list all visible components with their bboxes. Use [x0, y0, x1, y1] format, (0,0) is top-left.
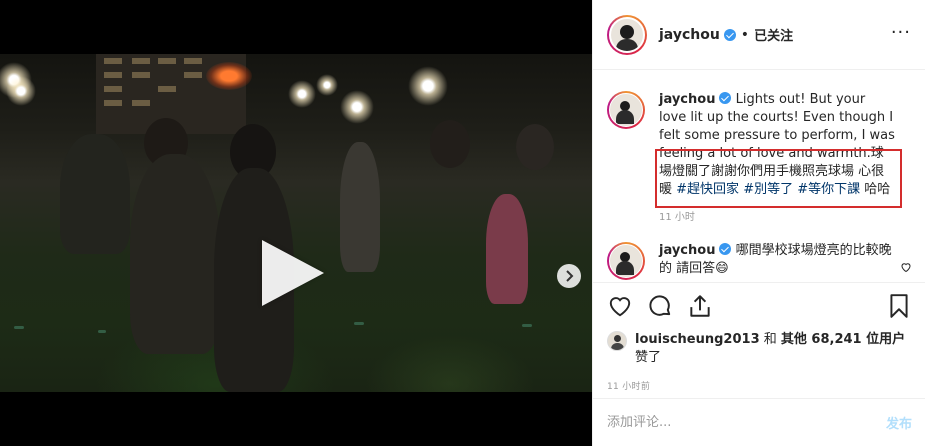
caption-body: Lights out! But your love lit up the cou… — [659, 92, 895, 197]
comment-username[interactable]: jaychou — [659, 243, 715, 258]
phone-light — [316, 74, 338, 96]
comment-input[interactable] — [607, 415, 886, 430]
comment-text: jaychou 哪間學校球場燈亮的比較晚的 請回答😄 — [659, 242, 895, 280]
add-comment-bar: 发布 — [593, 398, 925, 446]
comments-section: jaychou Lights out! But your love lit up… — [593, 71, 925, 281]
verified-badge-icon — [719, 92, 732, 104]
hashtag-link[interactable]: #別等了 — [743, 182, 793, 197]
following-button[interactable]: 已关注 — [754, 25, 793, 44]
comment-item: jaychou 哪間學校球場燈亮的比較晚的 請回答😄 — [607, 242, 912, 280]
video-frame[interactable] — [0, 54, 592, 392]
crowd-person — [60, 134, 130, 254]
comment-icon[interactable] — [647, 293, 673, 319]
post-comment-button[interactable]: 发布 — [886, 413, 912, 432]
separator-dot: • — [740, 26, 750, 43]
author-avatar[interactable] — [607, 14, 647, 55]
action-icons — [607, 291, 912, 321]
post-panel: jaychou • 已关注 ··· jaychou Lights out! Bu… — [592, 0, 925, 446]
chevron-right-icon[interactable] — [557, 264, 581, 288]
phone-light — [288, 80, 316, 108]
crowd-head — [516, 124, 554, 170]
post-actions: louischeung2013 和 其他 68,241 位用户 赞了 11 小时… — [593, 282, 925, 402]
post-timestamp[interactable]: 11 小时前 — [607, 379, 912, 392]
orange-light — [206, 62, 252, 90]
caption-comment: jaychou Lights out! But your love lit up… — [607, 91, 912, 223]
crowd-person — [486, 194, 528, 304]
likes-conjunction: 和 — [759, 332, 781, 347]
liker-avatar[interactable] — [607, 331, 627, 351]
phone-light — [408, 66, 448, 106]
bookmark-icon[interactable] — [886, 293, 912, 319]
crowd-person — [340, 142, 380, 272]
verified-badge-icon — [719, 243, 732, 255]
crowd-head — [430, 120, 470, 168]
phone-light — [340, 90, 374, 124]
floor-light — [354, 322, 364, 325]
floor-light — [14, 326, 24, 329]
verified-badge-icon — [723, 28, 736, 41]
heart-icon[interactable] — [607, 293, 633, 319]
author-username[interactable]: jaychou — [659, 27, 720, 43]
share-icon[interactable] — [687, 293, 713, 319]
phone-light — [6, 76, 36, 106]
media-viewer — [0, 0, 592, 446]
hashtag-link[interactable]: #等你下課 — [797, 182, 860, 197]
liker-username[interactable]: louischeung2013 — [635, 332, 760, 347]
caption-time[interactable]: 11 小时 — [659, 208, 895, 223]
floor-light — [98, 330, 106, 333]
comment-avatar[interactable] — [607, 242, 645, 280]
likes-count[interactable]: 其他 68,241 位用户 — [781, 332, 905, 347]
comment-like-heart-icon[interactable] — [900, 261, 912, 273]
caption-username[interactable]: jaychou — [659, 92, 715, 107]
hashtag-link[interactable]: #趕快回家 — [676, 182, 739, 197]
caption-segment: 哈哈 — [860, 182, 891, 197]
post-header: jaychou • 已关注 ··· — [593, 0, 925, 70]
floor-light — [522, 324, 532, 327]
caption-avatar[interactable] — [607, 91, 645, 129]
play-icon[interactable] — [262, 240, 324, 306]
likes-summary: louischeung2013 和 其他 68,241 位用户 赞了 — [607, 331, 912, 367]
crowd-person — [130, 154, 220, 354]
more-horizontal-icon[interactable]: ··· — [891, 24, 911, 42]
caption-text: jaychou Lights out! But your love lit up… — [659, 91, 895, 199]
likes-suffix: 赞了 — [635, 350, 662, 365]
